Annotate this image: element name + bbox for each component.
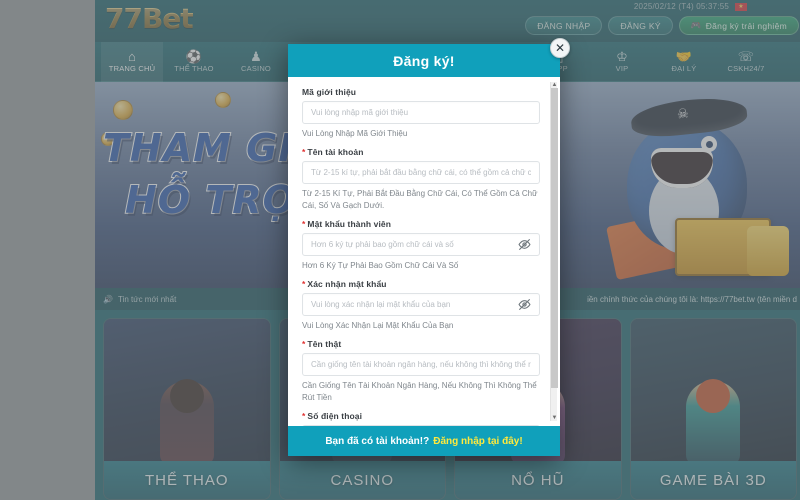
field-label-text: Số điện thoại (307, 411, 363, 421)
input-placeholder: Vui lòng nhập mã giới thiệu (311, 108, 409, 117)
scrollbar-thumb[interactable] (551, 88, 558, 388)
login-here-link[interactable]: Đăng nhập tại đây! (433, 436, 522, 447)
field-hint: Vui Lòng Xác Nhận Lại Mật Khẩu Của Bạn (302, 321, 454, 330)
register-form: Mã giới thiệu Vui lòng nhập mã giới thiệ… (288, 77, 560, 426)
field-label: * Tên thật (302, 339, 540, 349)
eye-slash-icon[interactable] (518, 298, 531, 311)
field-label: * Mật khẩu thành viên (302, 219, 540, 229)
scroll-down-arrow-icon[interactable]: ▼ (551, 415, 558, 421)
field-real-name: * Tên thật Cần giống tên tài khoản ngân h… (302, 339, 540, 404)
input-placeholder: Cần giống tên tài khoản ngân hàng, nếu k… (311, 360, 531, 369)
input-placeholder: Vui lòng xác nhận lại mật khẩu của bạn (311, 300, 451, 309)
required-marker: * (302, 411, 306, 421)
modal-header: Đăng ký! (288, 44, 560, 77)
password-input[interactable]: Hơn 6 ký tự phải bao gồm chữ cái và số (302, 233, 540, 256)
eye-slash-icon[interactable] (518, 238, 531, 251)
field-hint: Hơn 6 Ký Tự Phải Bao Gồm Chữ Cái Và Số (302, 261, 459, 270)
field-referral-code: Mã giới thiệu Vui lòng nhập mã giới thiệ… (302, 87, 540, 140)
required-marker: * (302, 219, 306, 229)
input-placeholder: Hơn 6 ký tự phải bao gồm chữ cái và số (311, 240, 454, 249)
required-marker: * (302, 339, 306, 349)
screen: 77Bet 2025/02/12 (T4) 05:37:55 ★ ĐĂNG NH… (0, 0, 800, 500)
input-placeholder: Từ 2-15 kí tự, phải bắt đầu bằng chữ cái… (311, 168, 531, 177)
close-icon[interactable]: ✕ (550, 38, 570, 58)
field-hint: Vui Lòng Nhập Mã Giới Thiệu (302, 129, 408, 138)
register-modal: Đăng ký! ✕ Mã giới thiệu Vui lòng nhập m… (288, 38, 570, 456)
field-label-text: Xác nhận mật khẩu (307, 279, 387, 289)
field-label: * Xác nhận mật khẩu (302, 279, 540, 289)
field-password: * Mật khẩu thành viên Hơn 6 ký tự phải ba… (302, 219, 540, 272)
field-username: * Tên tài khoản Từ 2-15 kí tự, phải bắt đ… (302, 147, 540, 212)
field-label: Mã giới thiệu (302, 87, 357, 97)
field-label-text: Mật khẩu thành viên (307, 219, 392, 229)
modal-footer: Bạn đã có tài khoản!? Đăng nhập tại đây! (288, 426, 560, 456)
referral-code-input[interactable]: Vui lòng nhập mã giới thiệu (302, 101, 540, 124)
have-account-text: Bạn đã có tài khoản!? (325, 435, 430, 447)
modal-body: Mã giới thiệu Vui lòng nhập mã giới thiệ… (288, 77, 560, 426)
real-name-input[interactable]: Cần giống tên tài khoản ngân hàng, nếu k… (302, 353, 540, 376)
required-marker: * (302, 147, 306, 157)
field-label-text: Tên tài khoản (307, 147, 364, 157)
username-input[interactable]: Từ 2-15 kí tự, phải bắt đầu bằng chữ cái… (302, 161, 540, 184)
required-marker: * (302, 279, 306, 289)
field-hint: Từ 2-15 Kí Tự, Phải Bắt Đầu Bằng Chữ Cái… (302, 189, 538, 210)
field-phone-number: *Số điện thoại Vui lòng nhập số điện tho… (302, 411, 540, 426)
modal-title: Đăng ký! (393, 52, 455, 69)
field-hint: Cần Giống Tên Tài Khoản Ngân Hàng, Nếu K… (302, 381, 537, 402)
confirm-password-input[interactable]: Vui lòng xác nhận lại mật khẩu của bạn (302, 293, 540, 316)
modal-scrollbar[interactable]: ▲ ▼ (550, 82, 558, 421)
field-label: * Số điện thoại (302, 411, 540, 421)
field-label-text: Tên thật (307, 339, 342, 349)
field-label: * Tên tài khoản (302, 147, 540, 157)
phone-number-input[interactable]: Vui lòng nhập số điện thoại (302, 425, 540, 426)
field-confirm-password: * Xác nhận mật khẩu Vui lòng xác nhận lại… (302, 279, 540, 332)
